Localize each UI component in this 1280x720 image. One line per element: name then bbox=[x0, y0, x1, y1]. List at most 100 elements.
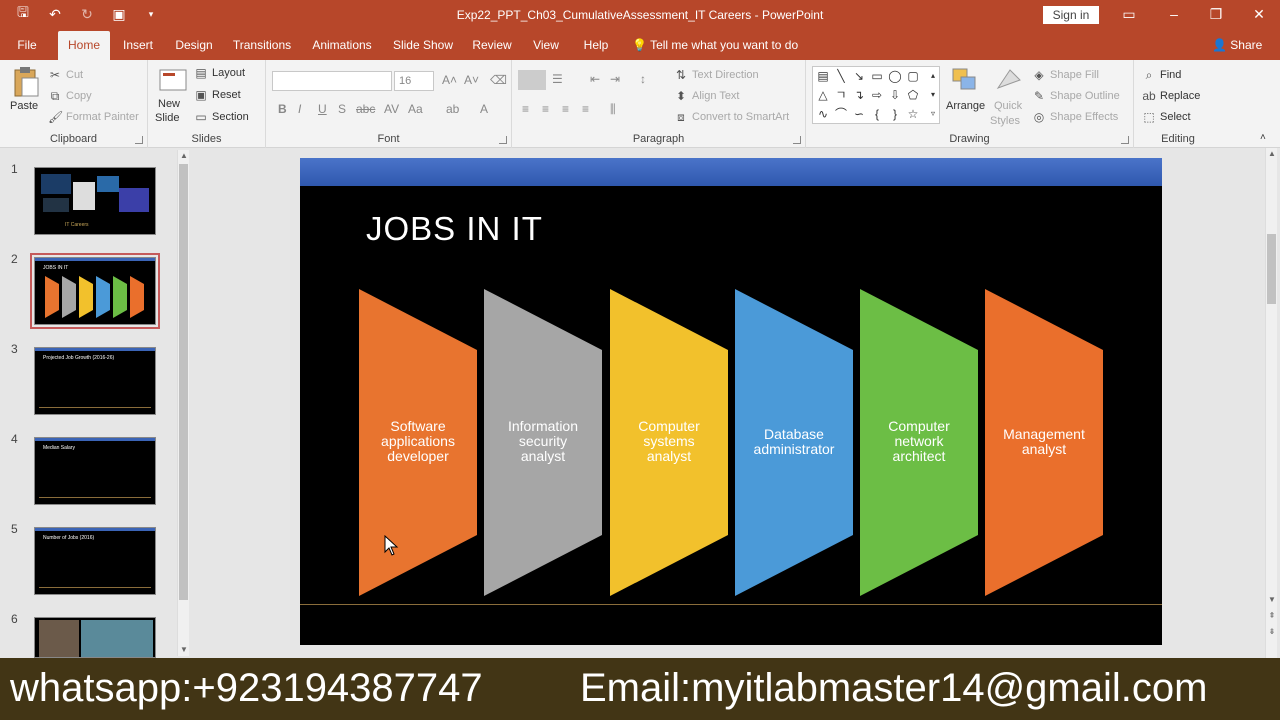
select-button[interactable]: ⬚ Select bbox=[1142, 110, 1190, 124]
job-shape-6[interactable]: Management analyst bbox=[985, 289, 1103, 596]
paste-icon[interactable] bbox=[10, 66, 40, 97]
arrange-icon[interactable] bbox=[950, 66, 980, 96]
share-button[interactable]: 👤 Share bbox=[1212, 31, 1262, 60]
font-launcher-icon[interactable] bbox=[499, 136, 507, 144]
shadow-icon[interactable]: S bbox=[338, 102, 346, 116]
minimize-icon[interactable]: – bbox=[1164, 6, 1184, 24]
canvas-scroll-up-icon[interactable]: ▲ bbox=[1266, 148, 1278, 160]
line-shape-icon[interactable]: ╲ bbox=[834, 70, 848, 82]
scroll-down-icon[interactable]: ▼ bbox=[178, 644, 190, 656]
gallery-up-icon[interactable]: ▴ bbox=[926, 70, 940, 82]
textbox-shape-icon[interactable]: ▤ bbox=[816, 70, 830, 82]
paste-label[interactable]: Paste bbox=[10, 100, 38, 112]
align-text-button[interactable]: ⬍ Align Text bbox=[674, 89, 740, 103]
quick-styles-icon[interactable] bbox=[994, 66, 1024, 96]
arc-shape-icon[interactable]: ⌒ bbox=[834, 108, 848, 120]
slide-thumbnail-3[interactable]: Projected Job Growth (2016-26) bbox=[34, 347, 156, 415]
curve-shape-icon[interactable]: ∿ bbox=[816, 108, 830, 120]
bold-icon[interactable]: B bbox=[278, 102, 287, 116]
shape-outline-button[interactable]: ✎ Shape Outline bbox=[1032, 89, 1120, 103]
increase-indent-icon[interactable]: ⇥ bbox=[610, 72, 620, 86]
decrease-indent-icon[interactable]: ⇤ bbox=[590, 72, 600, 86]
drawing-launcher-icon[interactable] bbox=[1121, 136, 1129, 144]
prev-slide-icon[interactable]: ⇞ bbox=[1266, 610, 1278, 622]
slide-thumbnail-5[interactable]: Number of Jobs (2016) bbox=[34, 527, 156, 595]
next-slide-icon[interactable]: ⇟ bbox=[1266, 626, 1278, 638]
shapes-gallery[interactable]: ▤ ╲ ↘ ▭ ◯ ▢ △ ㄱ ↴ ⇨ ⇩ ⬠ ∿ ⌒ ∽ { } ☆ ▴ ▾ … bbox=[812, 66, 940, 124]
down-arrow-shape-icon[interactable]: ⇩ bbox=[888, 89, 902, 101]
star-shape-icon[interactable]: ☆ bbox=[906, 108, 920, 120]
align-right-icon[interactable]: ≡ bbox=[562, 102, 569, 116]
close-icon[interactable]: ✕ bbox=[1249, 6, 1269, 24]
numbering-icon[interactable]: ☰ bbox=[552, 72, 563, 86]
elbow-arrow-shape-icon[interactable]: ↴ bbox=[852, 89, 866, 101]
clear-formatting-icon[interactable]: ⌫ bbox=[490, 73, 507, 87]
gallery-down-icon[interactable]: ▾ bbox=[926, 89, 940, 101]
slide-title[interactable]: JOBS IN IT bbox=[366, 210, 543, 248]
align-center-icon[interactable]: ≡ bbox=[542, 102, 549, 116]
ribbon-display-options-icon[interactable]: ▭ bbox=[1119, 6, 1139, 24]
arrow-line-shape-icon[interactable]: ↘ bbox=[852, 70, 866, 82]
cut-button[interactable]: ✂ Cut bbox=[48, 68, 83, 82]
layout-button[interactable]: ▤ Layout bbox=[194, 66, 245, 80]
smartart-button[interactable]: ⧈ Convert to SmartArt bbox=[674, 110, 789, 124]
tab-review[interactable]: Review bbox=[470, 31, 514, 60]
shape-effects-button[interactable]: ◎ Shape Effects bbox=[1032, 110, 1119, 124]
arrange-label[interactable]: Arrange bbox=[946, 100, 985, 112]
tab-home[interactable]: Home bbox=[58, 31, 110, 60]
tab-insert[interactable]: Insert bbox=[118, 31, 158, 60]
line-spacing-icon[interactable]: ↕ bbox=[640, 72, 646, 86]
quick-styles-label[interactable]: Quick bbox=[994, 100, 1022, 112]
shape-fill-button[interactable]: ◈ Shape Fill bbox=[1032, 68, 1099, 82]
canvas-scrollbar[interactable]: ▲ ▼ ⇞ ⇟ bbox=[1265, 148, 1277, 658]
quick-styles-label-2[interactable]: Styles bbox=[990, 115, 1020, 127]
section-button[interactable]: ▭ Section bbox=[194, 110, 248, 124]
elbow-connector-shape-icon[interactable]: ㄱ bbox=[834, 89, 848, 101]
collapse-ribbon-icon[interactable]: ˄ bbox=[1260, 132, 1266, 143]
slide-thumbnail-6[interactable] bbox=[34, 617, 156, 658]
text-direction-button[interactable]: ⇅ Text Direction bbox=[674, 68, 759, 82]
job-shape-5[interactable]: Computer network architect bbox=[860, 289, 978, 596]
new-slide-label-2[interactable]: Slide bbox=[155, 112, 179, 124]
font-size-box[interactable]: 16 bbox=[394, 71, 434, 91]
tab-slide-show[interactable]: Slide Show bbox=[390, 31, 456, 60]
paragraph-launcher-icon[interactable] bbox=[793, 136, 801, 144]
new-slide-label[interactable]: New bbox=[158, 98, 180, 110]
canvas-scroll-down-icon[interactable]: ▼ bbox=[1266, 594, 1278, 606]
char-spacing-icon[interactable]: AV bbox=[384, 102, 399, 116]
slide-thumbnail-4[interactable]: Median Salary bbox=[34, 437, 156, 505]
slide-canvas[interactable]: JOBS IN IT Software applications develop… bbox=[300, 158, 1162, 645]
triangle-shape-icon[interactable]: △ bbox=[816, 89, 830, 101]
tab-help[interactable]: Help bbox=[578, 31, 614, 60]
job-shape-3[interactable]: Computer systems analyst bbox=[610, 289, 728, 596]
justify-icon[interactable]: ≡ bbox=[582, 102, 589, 116]
increase-font-icon[interactable]: A˄ bbox=[442, 73, 457, 87]
tab-animations[interactable]: Animations bbox=[308, 31, 376, 60]
oval-shape-icon[interactable]: ◯ bbox=[888, 70, 902, 82]
replace-button[interactable]: ab Replace bbox=[1142, 89, 1200, 103]
left-brace-shape-icon[interactable]: { bbox=[870, 108, 884, 120]
strikethrough-icon[interactable]: abc bbox=[356, 102, 375, 116]
align-left-icon[interactable]: ≡ bbox=[522, 102, 529, 116]
decrease-font-icon[interactable]: A˅ bbox=[464, 73, 479, 87]
copy-button[interactable]: ⧉ Copy bbox=[48, 89, 92, 103]
italic-icon[interactable]: I bbox=[298, 102, 301, 116]
bullets-icon[interactable] bbox=[518, 70, 546, 90]
tab-transitions[interactable]: Transitions bbox=[230, 31, 294, 60]
new-slide-icon[interactable] bbox=[158, 66, 188, 96]
highlight-icon[interactable]: ab bbox=[446, 102, 459, 116]
job-shape-4[interactable]: Database administrator bbox=[735, 289, 853, 596]
canvas-scroll-thumb[interactable] bbox=[1267, 234, 1276, 304]
slide-thumbnail-2[interactable]: JOBS IN IT bbox=[30, 253, 160, 329]
freeform-shape-icon[interactable]: ⬠ bbox=[906, 89, 920, 101]
clipboard-launcher-icon[interactable] bbox=[135, 136, 143, 144]
slide-thumbnail-1[interactable]: IT Careers bbox=[34, 167, 156, 235]
job-shape-1[interactable]: Software applications developer bbox=[359, 289, 477, 596]
font-name-box[interactable] bbox=[272, 71, 392, 91]
wave-shape-icon[interactable]: ∽ bbox=[852, 108, 866, 120]
tab-file[interactable]: File bbox=[10, 31, 44, 60]
scroll-up-icon[interactable]: ▲ bbox=[178, 150, 190, 162]
underline-icon[interactable]: U bbox=[318, 102, 327, 116]
format-painter-button[interactable]: 🖌 Format Painter bbox=[48, 110, 139, 124]
tab-view[interactable]: View bbox=[528, 31, 564, 60]
